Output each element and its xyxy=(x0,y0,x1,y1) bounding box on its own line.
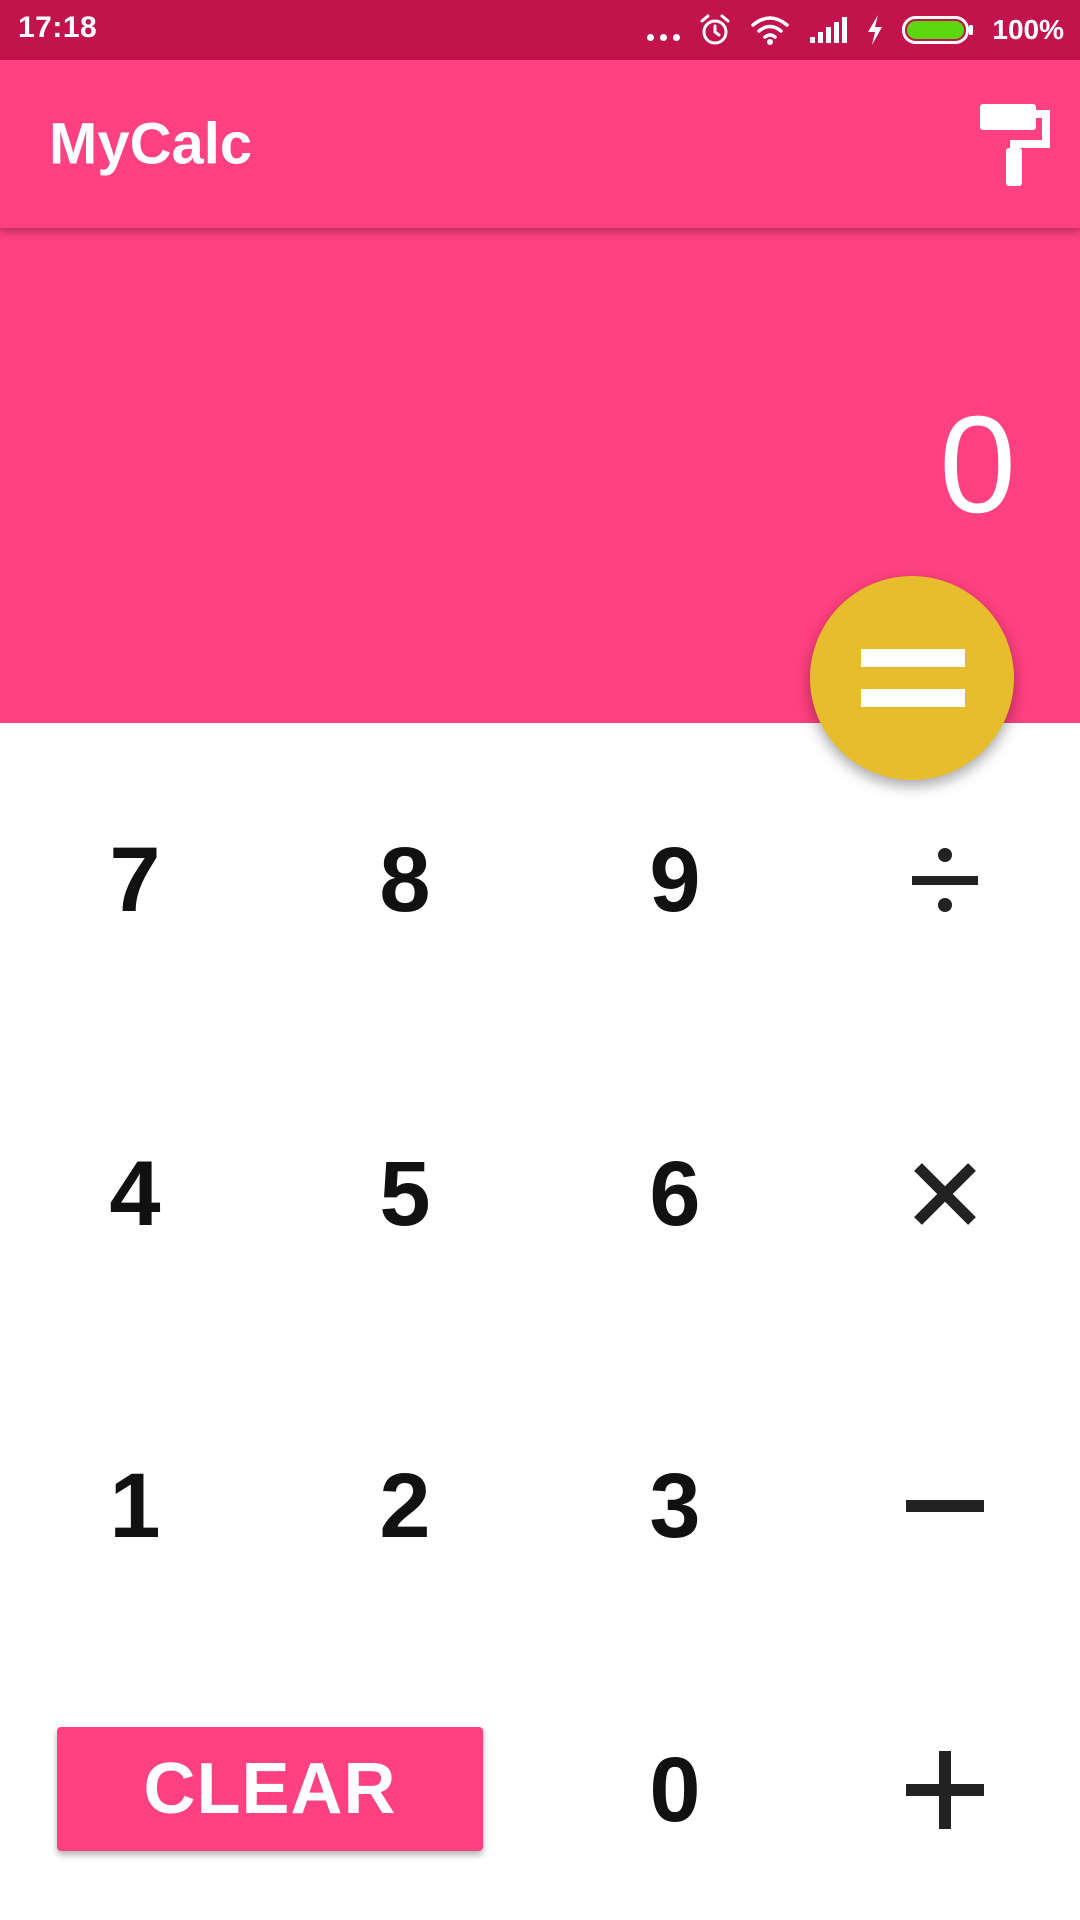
status-time: 17:18 xyxy=(18,11,98,44)
digit-8-button[interactable]: 8 xyxy=(285,810,525,950)
battery-percent: 100% xyxy=(992,14,1064,45)
plus-icon xyxy=(906,1751,984,1829)
digit-1-button[interactable]: 1 xyxy=(15,1436,255,1576)
digit-3-button[interactable]: 3 xyxy=(555,1436,795,1576)
plus-button[interactable] xyxy=(825,1720,1065,1860)
divide-button[interactable] xyxy=(825,810,1065,950)
app-bar: MyCalc xyxy=(0,60,1080,228)
battery-icon xyxy=(902,16,974,44)
status-icons: 100% xyxy=(647,6,1064,54)
digit-4-button[interactable]: 4 xyxy=(15,1124,255,1264)
minus-icon xyxy=(906,1500,984,1512)
theme-button[interactable] xyxy=(976,100,1052,188)
divide-icon xyxy=(912,848,978,912)
wifi-icon xyxy=(751,16,790,45)
alarm-icon xyxy=(700,14,730,45)
multiply-button[interactable] xyxy=(825,1124,1065,1264)
app-title: MyCalc xyxy=(49,111,253,177)
multiply-icon xyxy=(914,1163,976,1225)
equals-button[interactable] xyxy=(810,576,1014,780)
digit-0-button[interactable]: 0 xyxy=(555,1720,795,1860)
more-dots-icon xyxy=(647,33,681,41)
digit-5-button[interactable]: 5 xyxy=(285,1124,525,1264)
digit-9-button[interactable]: 9 xyxy=(555,810,795,950)
digit-2-button[interactable]: 2 xyxy=(285,1436,525,1576)
clear-button[interactable]: CLEAR xyxy=(57,1727,483,1851)
digit-7-button[interactable]: 7 xyxy=(15,810,255,950)
digit-6-button[interactable]: 6 xyxy=(555,1124,795,1264)
cell-signal-icon xyxy=(810,17,848,43)
status-bar: 17:18 100% xyxy=(0,0,1080,60)
paint-roller-icon xyxy=(980,104,1050,186)
display-value: 0 xyxy=(939,388,1016,542)
charging-bolt-icon xyxy=(868,15,883,45)
minus-button[interactable] xyxy=(825,1436,1065,1576)
